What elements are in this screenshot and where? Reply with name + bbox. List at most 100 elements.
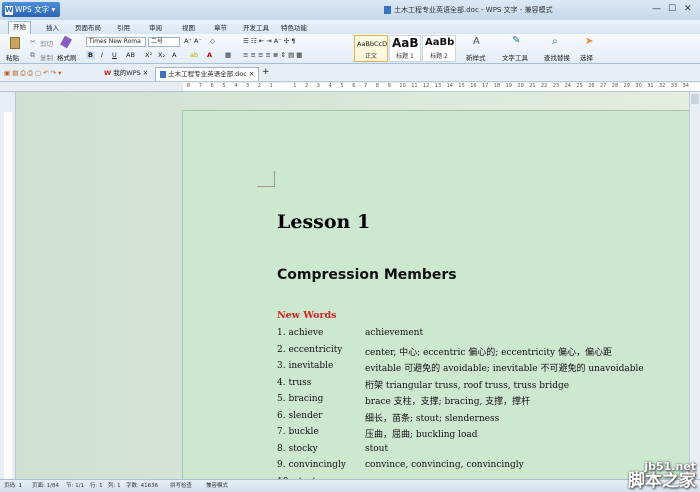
app-menu-button[interactable]: W WPS 文字 ▾: [2, 2, 60, 17]
subscript-button[interactable]: X₂: [158, 51, 165, 59]
close-icon[interactable]: ✕: [684, 3, 692, 15]
underline-button[interactable]: U: [112, 51, 117, 59]
tab-chapter[interactable]: 章节: [214, 22, 227, 32]
find-replace-button[interactable]: 查找替换: [544, 52, 570, 62]
select-button[interactable]: 选择: [580, 52, 593, 62]
tab-my-wps[interactable]: W 我的WPS ✕: [100, 67, 152, 81]
ruler-number: 18: [493, 83, 501, 89]
word-definition: stout: [365, 443, 389, 454]
word-term: 6. slender: [277, 410, 323, 421]
tab-document[interactable]: 土木工程专业英语全部.doc ✕: [155, 67, 260, 81]
copy-icon: ⧉: [30, 51, 35, 59]
wps-logo-icon: W: [5, 5, 13, 15]
word-term: 7. buckle: [277, 427, 319, 437]
strikethrough-button[interactable]: AB: [126, 51, 135, 59]
tab-page-layout[interactable]: 页面布局: [75, 22, 101, 32]
ruler-number: 31: [647, 83, 654, 89]
tab-insert[interactable]: 插入: [46, 22, 59, 32]
highlight-icon[interactable]: ab: [190, 51, 198, 59]
tab-view[interactable]: 视图: [182, 22, 195, 32]
quick-access-icons[interactable]: ▣ ▤ ⎙ ⎙ ▢ ↶ ↷ ▾: [4, 69, 61, 78]
ruler-number: 2: [257, 83, 261, 89]
ruler-number: 6: [210, 83, 214, 89]
cut-button[interactable]: 剪切: [40, 38, 53, 48]
tab-developer[interactable]: 开发工具: [243, 22, 269, 32]
ruler-number: 6: [352, 83, 356, 89]
font-effects-button[interactable]: A: [172, 51, 176, 59]
style-heading-1[interactable]: AaB 标题 1: [389, 35, 421, 62]
style-heading-2[interactable]: AaBb 标题 2: [422, 35, 456, 62]
style-name: 正文: [364, 53, 377, 60]
ribbon-toolbar: 粘贴 ✂ 剪切 ⧉ 复制 格式刷 Times New Roma 二号 A⁺ A⁻…: [0, 34, 700, 64]
ruler-number: 24: [564, 83, 571, 89]
align-icons[interactable]: ≡ ≡ ≡ ≡ ≣ ⇕ ▤ ▦: [243, 51, 302, 59]
status-spell[interactable]: 拼写检查: [170, 480, 192, 492]
ruler-number: 4: [234, 83, 238, 89]
ruler-number: 23: [552, 83, 560, 89]
document-workspace[interactable]: Lesson 1 Compression Members New Words 1…: [16, 92, 689, 479]
font-size-select[interactable]: 二号: [148, 37, 180, 47]
bold-button[interactable]: B: [86, 51, 95, 59]
tab-label: 我的WPS: [113, 69, 141, 77]
tab-review[interactable]: 审阅: [149, 22, 162, 32]
style-normal[interactable]: AaBbCcD 正文: [354, 35, 388, 62]
scroll-thumb[interactable]: [691, 94, 699, 104]
font-name-select[interactable]: Times New Roma: [86, 37, 146, 47]
app-name: WPS 文字: [15, 5, 50, 14]
tab-home[interactable]: 开始: [8, 21, 31, 34]
clear-format-icon[interactable]: ◇: [210, 37, 215, 45]
word-term: 8. stocky: [277, 443, 318, 454]
word-definition: brace 支柱，支撑; bracing, 支撑，撑杆: [365, 397, 531, 407]
minimize-icon[interactable]: —: [652, 3, 661, 15]
superscript-button[interactable]: X²: [145, 51, 152, 59]
horizontal-ruler[interactable]: 8 7 6 5 4 3 2 1 1 2 3 4 5 6 7 8 9 10 11 12 13 14 15 16 17 18 19 20 2…: [0, 82, 700, 92]
word-definition: 桁架 triangular truss, roof truss, truss b…: [365, 380, 570, 391]
document-page[interactable]: Lesson 1 Compression Members New Words 1…: [182, 110, 689, 479]
border-icon[interactable]: ▦: [225, 51, 231, 59]
style-preview: AaB: [392, 36, 419, 50]
new-style-button[interactable]: 新样式: [466, 52, 486, 62]
tab-features[interactable]: 特色功能: [281, 22, 307, 32]
ruler-number: 7: [198, 83, 202, 89]
section-heading: Compression Members: [277, 267, 457, 283]
grow-font-icon[interactable]: A⁺ A⁻: [184, 37, 202, 45]
ruler-number: 28: [611, 83, 619, 89]
ruler-number: 26: [588, 83, 595, 89]
word-term: 2. eccentricity: [277, 344, 343, 355]
word-term: 5. bracing: [277, 394, 324, 404]
ruler-number: 1: [293, 83, 297, 89]
tab-references[interactable]: 引用: [117, 22, 130, 32]
bullets-icon[interactable]: ☰ ☷ ⇤ ⇥ A⁻ ✣ ¶: [243, 37, 295, 45]
word-definition: 压曲，屈曲; buckling load: [365, 430, 478, 440]
ruler-number: 21: [529, 83, 536, 89]
italic-button[interactable]: I: [101, 51, 103, 59]
text-tools-button[interactable]: 文字工具: [502, 52, 528, 62]
paste-icon[interactable]: [10, 37, 20, 49]
ruler-number: 8: [375, 83, 379, 89]
status-col: 列: 1: [108, 483, 121, 489]
vertical-ruler[interactable]: [0, 92, 16, 479]
vertical-scrollbar[interactable]: [689, 92, 700, 479]
font-color-icon[interactable]: A: [207, 51, 212, 59]
find-replace-icon: ⌕: [552, 36, 558, 47]
watermark-site: jb51.net: [644, 460, 696, 473]
wps-icon: W: [104, 69, 112, 77]
format-painter-button[interactable]: 格式刷: [57, 52, 77, 62]
document-tabs-bar: ▣ ▤ ⎙ ⎙ ▢ ↶ ↷ ▾ W 我的WPS ✕ 土木工程专业英语全部.doc…: [0, 64, 700, 82]
cursor-icon: ➤: [585, 36, 594, 47]
paste-button[interactable]: 粘贴: [6, 52, 19, 62]
ruler-number: 13: [434, 83, 442, 89]
ruler-number: 19: [505, 83, 512, 89]
ruler-number: 11: [411, 83, 418, 89]
ruler-number: 34: [682, 83, 689, 89]
copy-button[interactable]: 复制: [40, 52, 53, 62]
doc-icon: [160, 70, 166, 78]
word-term: 9. convincingly: [277, 460, 346, 470]
window-title: 土木工程专业英语全部.doc - WPS 文字 - 兼容模式: [384, 5, 553, 15]
scissors-icon: ✂: [30, 38, 36, 46]
maximize-icon[interactable]: ☐: [668, 3, 676, 15]
lesson-title: Lesson 1: [277, 211, 371, 233]
new-tab-icon[interactable]: +: [262, 67, 270, 77]
ruler-number: 12: [423, 83, 430, 89]
ruler-number: 20: [517, 83, 524, 89]
